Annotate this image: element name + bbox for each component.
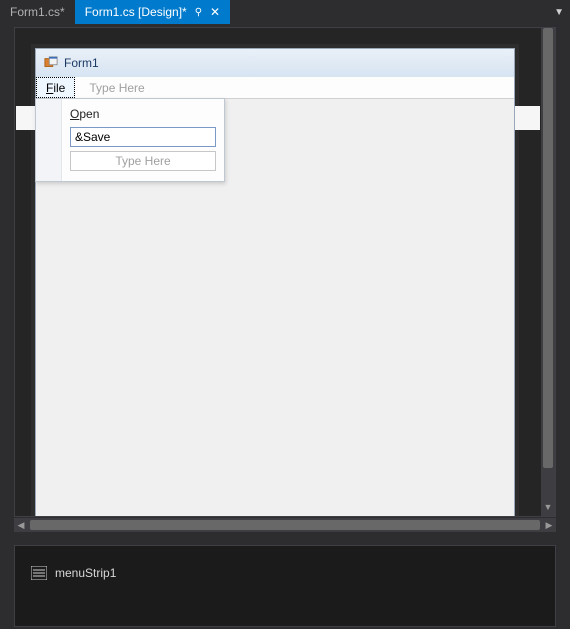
close-icon[interactable]: ✕ [210,5,220,19]
menustrip[interactable]: File Type Here [36,77,514,99]
document-tabbar: Form1.cs* Form1.cs [Design]* ⚲ ✕ ▼ [0,0,570,24]
menuitem-open[interactable]: Open [36,103,224,125]
tab-label: Form1.cs* [10,5,65,19]
menu-file[interactable]: File [36,77,75,98]
tab-label: Form1.cs [Design]* [85,5,187,19]
horizontal-scroll-thumb[interactable] [30,520,540,530]
tab-form1-design[interactable]: Form1.cs [Design]* ⚲ ✕ [75,0,230,24]
menuitem-new-placeholder-wrap [36,149,224,173]
scroll-right-icon[interactable]: ▶ [542,520,556,531]
tray-component-menustrip1[interactable]: menuStrip1 [31,566,116,580]
designer-surface-container: Type Here Form1 File Type Here [14,27,556,517]
menuitem-type-here[interactable] [70,151,216,171]
vertical-scroll-thumb[interactable] [543,28,553,468]
designer-viewport: Type Here Form1 File Type Here [15,28,541,516]
winforms-icon [44,56,58,70]
file-dropdown-panel: Open [35,98,225,182]
component-tray: menuStrip1 [14,545,556,627]
vertical-scrollbar[interactable]: ▼ [541,28,555,516]
form-title: Form1 [64,56,99,70]
tab-form1-code[interactable]: Form1.cs* [0,0,75,24]
menu-type-here[interactable]: Type Here [75,77,158,98]
scroll-left-icon[interactable]: ◀ [14,520,28,531]
tray-component-label: menuStrip1 [55,566,116,580]
menuitem-text-input[interactable] [70,127,216,147]
menustrip-icon [31,566,47,580]
tab-overflow-dropdown[interactable]: ▼ [554,0,564,24]
horizontal-scrollbar[interactable]: ◀ ▶ [14,518,556,532]
menuitem-editing [36,125,224,149]
scroll-down-icon[interactable]: ▼ [543,502,553,512]
pin-icon[interactable]: ⚲ [195,7,202,18]
form-titlebar: Form1 [36,49,514,77]
